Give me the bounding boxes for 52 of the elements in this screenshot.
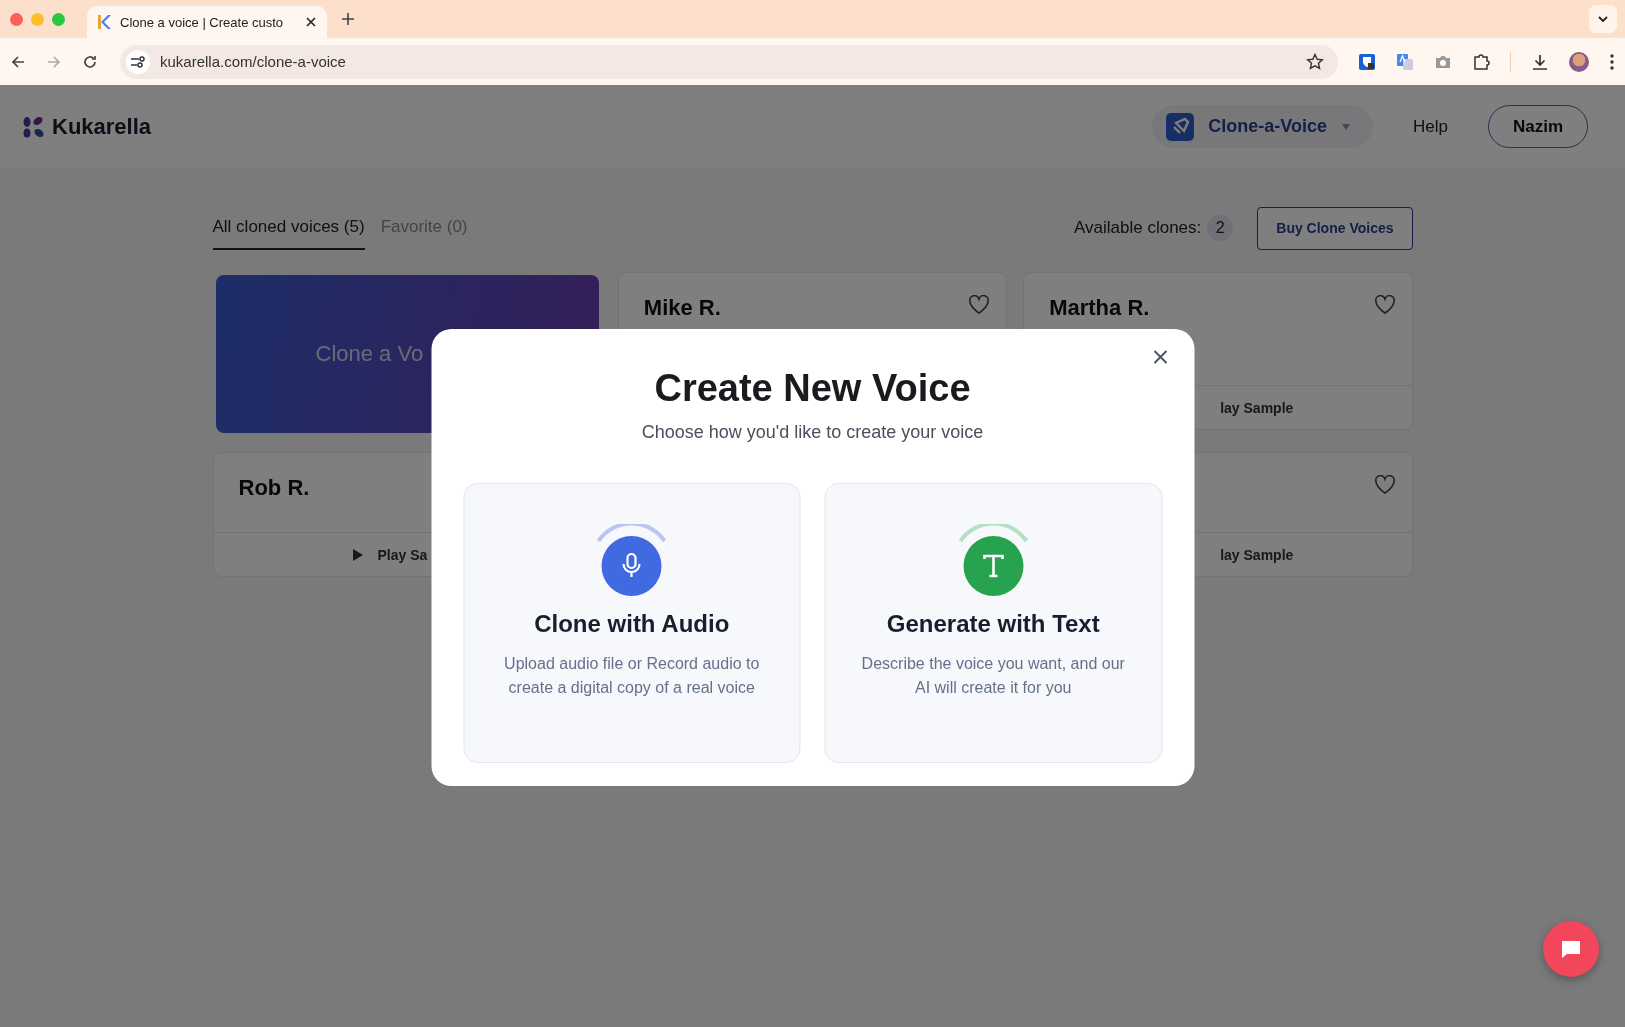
translate-icon[interactable] — [1396, 52, 1414, 71]
k-logo-icon — [97, 14, 111, 30]
voice-name: Martha R. — [1049, 295, 1150, 321]
logo-icon — [22, 114, 46, 139]
site-settings-icon[interactable] — [126, 49, 150, 74]
clones-count-badge: 2 — [1207, 215, 1234, 241]
reload-icon[interactable] — [82, 53, 98, 70]
new-tab-icon[interactable] — [341, 12, 355, 26]
chat-button[interactable] — [1543, 921, 1599, 977]
chevron-down-icon — [1597, 15, 1609, 23]
close-icon[interactable] — [1152, 349, 1168, 365]
option-description: Describe the voice you want, and our AI will create it for you — [860, 654, 1126, 698]
bookmark-star-icon[interactable] — [1306, 52, 1324, 71]
dialog-title: Create New Voice — [653, 367, 972, 410]
profile-avatar[interactable] — [1569, 51, 1589, 72]
microphone-icon — [595, 524, 668, 596]
close-tab-icon[interactable] — [305, 16, 317, 28]
heart-icon[interactable] — [968, 295, 991, 315]
option-title: Clone with Audio — [534, 610, 730, 638]
back-icon[interactable] — [10, 53, 26, 70]
chat-bubble-icon — [1560, 939, 1582, 959]
available-clones-label: Available clones: — [1074, 218, 1202, 238]
play-icon[interactable] — [351, 547, 364, 562]
app-logo-icon — [1166, 112, 1195, 141]
caret-icon — [1340, 122, 1351, 131]
shield-lock-icon[interactable] — [1358, 52, 1376, 71]
voice-name: Rob R. — [238, 475, 310, 501]
voice-name: Mike R. — [643, 295, 721, 321]
option-description: Upload audio file or Record audio to create a digital copy of a real voice — [503, 654, 761, 698]
help-link[interactable]: Help — [1412, 116, 1448, 137]
address-bar[interactable]: kukarella.com/clone-a-voice — [120, 44, 1338, 79]
heart-icon[interactable] — [1373, 475, 1396, 495]
buy-clone-voices-button[interactable]: Buy Clone Voices — [1257, 206, 1413, 250]
letter-t-icon — [957, 524, 1030, 596]
play-sample-link[interactable]: lay Sample — [1220, 546, 1294, 563]
tab-menu-button[interactable] — [1589, 5, 1617, 33]
puzzle-piece-icon[interactable] — [1472, 52, 1490, 71]
camera-icon[interactable] — [1434, 53, 1452, 70]
heart-icon[interactable] — [1373, 295, 1396, 315]
option-card[interactable]: Generate with Text Describe the voice you want, and our AI will create it for you — [824, 483, 1162, 763]
product-switcher[interactable]: Clone-a-Voice — [1152, 105, 1373, 148]
download-icon[interactable] — [1531, 52, 1549, 71]
option-title: Generate with Text — [886, 610, 1100, 638]
logo-wordmark[interactable]: Kukarella — [52, 113, 152, 140]
more-menu-icon[interactable] — [1609, 52, 1615, 71]
tab[interactable]: All cloned voices (5) — [212, 206, 365, 250]
user-button[interactable]: Nazim — [1487, 105, 1588, 148]
browser-tab[interactable]: Clone a voice | Create custo — [87, 6, 327, 38]
play-sample-link[interactable]: Play Sa — [377, 546, 428, 563]
dialog-subtitle: Choose how you'd like to create your voice — [640, 422, 985, 443]
play-sample-link[interactable]: lay Sample — [1220, 399, 1294, 416]
option-card[interactable]: Clone with Audio Upload audio file or Record audio to create a digital copy of a real voice — [463, 483, 801, 763]
